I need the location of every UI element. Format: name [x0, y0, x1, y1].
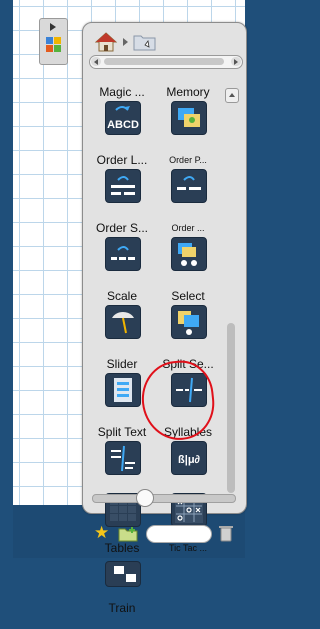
order-sentences-icon [105, 237, 141, 271]
slider-icon [105, 373, 141, 407]
add-folder-icon[interactable] [118, 526, 138, 542]
scroll-thumb[interactable] [227, 323, 235, 493]
tool-train[interactable]: Train [91, 561, 153, 629]
scroll-right-button[interactable] [231, 57, 241, 66]
breadcrumb [93, 29, 243, 55]
syllables-text: ß|μ∂ [178, 454, 201, 466]
vertical-scrollbar[interactable] [225, 83, 239, 495]
tool-label: Magic ... [99, 85, 145, 99]
blocks-icon [46, 37, 62, 53]
tool-label: Order L... [96, 153, 148, 167]
tool-label: Order ... [171, 223, 205, 233]
breadcrumb-arrow-icon [123, 38, 128, 46]
tool-label: Split Text [97, 425, 147, 439]
slider-rail[interactable] [92, 494, 236, 503]
left-edge [0, 0, 13, 558]
tool-label: Memory [166, 85, 210, 99]
abcd-text: ABCD [107, 119, 139, 131]
expand-arrow-icon[interactable] [50, 23, 56, 31]
search-field[interactable] [146, 525, 212, 543]
tool-magic[interactable]: Magic ... ABCD [91, 85, 153, 153]
home-icon[interactable] [95, 31, 117, 53]
order-icon [171, 237, 207, 271]
magic-abcd-icon: ABCD [105, 101, 141, 135]
tool-label: Scale [106, 289, 138, 303]
tool-label: Train [108, 601, 136, 615]
collapsed-toolbox[interactable] [39, 18, 68, 65]
tool-order-sentences[interactable]: Order S... [91, 221, 153, 289]
tool-label: Select [171, 289, 205, 303]
tool-label: Order S... [95, 221, 148, 235]
scroll-up-button[interactable] [225, 88, 239, 103]
tool-label: Slider [106, 357, 138, 371]
tool-label: Order P... [169, 155, 207, 165]
train-icon [105, 561, 141, 587]
tool-split-text[interactable]: Split Text [91, 425, 153, 493]
tool-scale[interactable]: Scale [91, 289, 153, 357]
tool-memory[interactable]: Memory [157, 85, 219, 153]
syllables-icon: ß|μ∂ [171, 441, 207, 475]
tool-library-panel: Magic ... ABCD Memory Order L... Order P… [82, 22, 247, 615]
bottom-toolbar: ★ [88, 524, 240, 546]
trash-icon[interactable] [218, 524, 234, 542]
split-text-icon [105, 441, 141, 475]
tool-order-lines[interactable]: Order L... [91, 153, 153, 221]
horizontal-scrollbar[interactable] [89, 55, 243, 69]
tool-order[interactable]: Order ... [157, 221, 219, 289]
slider-knob[interactable] [136, 489, 154, 507]
tool-select[interactable]: Select [157, 289, 219, 357]
scroll-thumb[interactable] [104, 58, 224, 65]
select-icon [171, 305, 207, 339]
tool-order-pairs[interactable]: Order P... [157, 153, 219, 221]
scroll-left-button[interactable] [91, 57, 101, 66]
star-icon[interactable]: ★ [94, 524, 112, 542]
folder-icon[interactable] [133, 33, 157, 51]
order-pairs-icon [171, 169, 207, 203]
zoom-slider[interactable] [92, 489, 236, 507]
order-lines-icon [105, 169, 141, 203]
scale-icon [105, 305, 141, 339]
memory-icon [171, 101, 207, 135]
